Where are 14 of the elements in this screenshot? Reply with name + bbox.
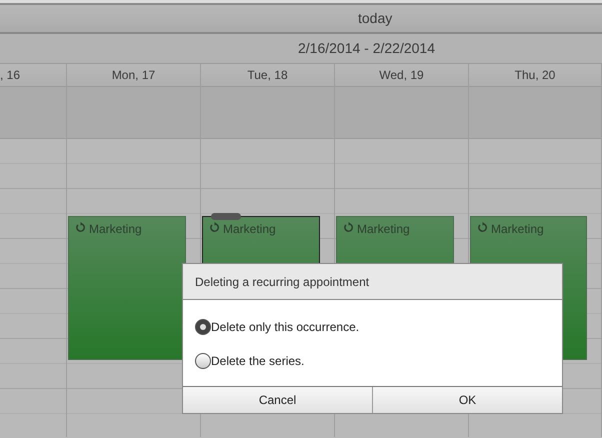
radio-button[interactable] (195, 353, 211, 369)
appointment-title: Marketing (357, 221, 410, 238)
cancel-button[interactable]: Cancel (183, 387, 372, 413)
appointment-title: Marketing (491, 221, 544, 238)
dialog-title: Deleting a recurring appointment (183, 264, 562, 300)
ok-button[interactable]: OK (372, 387, 562, 413)
appointment-title: Marketing (89, 221, 142, 238)
radio-button[interactable] (195, 319, 211, 335)
appointment-title: Marketing (223, 221, 276, 238)
option-label: Delete only this occurrence. (211, 319, 360, 336)
option-label: Delete the series. (211, 353, 304, 370)
date-range: 2/16/2014 - 2/22/2014 (298, 39, 436, 58)
today-button[interactable]: today (346, 8, 404, 29)
resize-handle[interactable] (211, 213, 241, 220)
